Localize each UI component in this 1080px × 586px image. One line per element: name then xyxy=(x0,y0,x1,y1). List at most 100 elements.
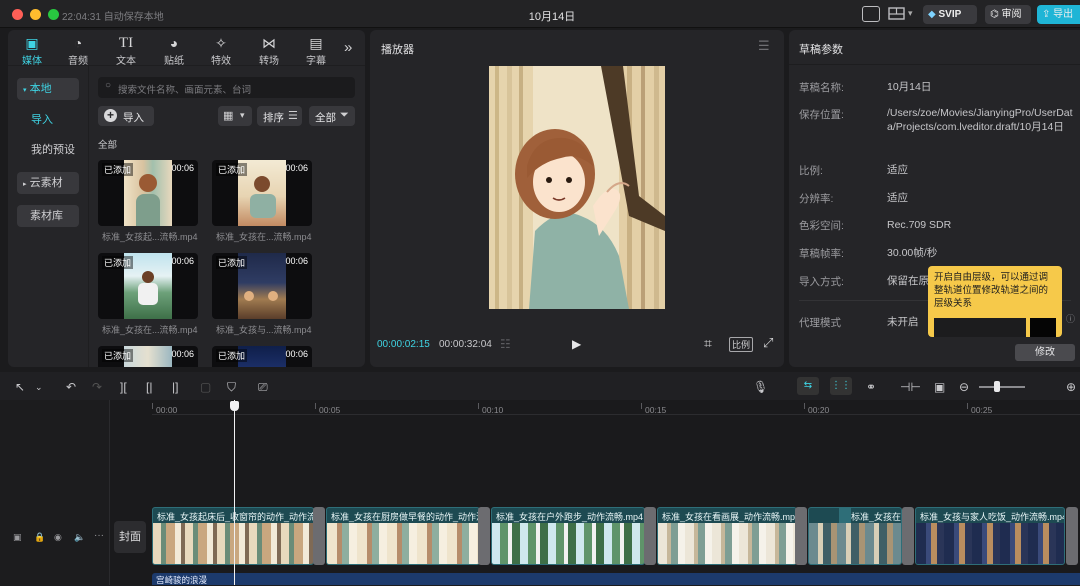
split-left-icon[interactable]: [| xyxy=(146,379,152,395)
export-label: 导出 xyxy=(1053,9,1074,20)
microphone-icon[interactable]: 🎙 xyxy=(753,379,768,395)
preview-axis-icon[interactable]: ⊣⊢ xyxy=(900,379,921,395)
fit-view-icon[interactable]: ⌗ xyxy=(704,335,712,352)
timecode-grid-icon[interactable]: ☷ xyxy=(500,337,511,351)
audio-icon: ◔ xyxy=(73,35,83,51)
zoom-out-icon[interactable]: ⊖ xyxy=(959,379,969,395)
select-tool-icon[interactable]: ↖ xyxy=(15,379,25,395)
media-sidebar: ▾ 本地 导入 我的预设 ▸ 云素材 素材库 xyxy=(8,66,89,367)
ruler-tick xyxy=(967,403,968,409)
split-right-icon[interactable]: |] xyxy=(172,379,178,395)
transition-handle[interactable] xyxy=(478,507,490,565)
sidebar-item-presets[interactable]: 我的预设 xyxy=(17,139,79,161)
sidebar-item-library[interactable]: 素材库 xyxy=(17,205,79,227)
volume-icon[interactable]: 🔈 xyxy=(74,532,85,543)
ruler-baseline xyxy=(152,414,1080,415)
media-caption: 标准_女孩在...流畅.mp4 xyxy=(102,325,198,335)
transition-handle[interactable] xyxy=(1066,507,1078,565)
prop-colorspace-label: 色彩空间: xyxy=(799,220,844,232)
maximize-window-icon[interactable] xyxy=(48,9,59,20)
transition-handle[interactable] xyxy=(313,507,325,565)
video-clip[interactable]: 标准_女孩在厨房做早餐的动作_动作流畅 xyxy=(326,507,480,565)
transition-handle[interactable] xyxy=(644,507,656,565)
zoom-slider-track[interactable] xyxy=(979,386,1025,388)
video-clip[interactable]: 标准_女孩在看画展_动作流畅.mp4 xyxy=(657,507,797,565)
transition-icon: ⋈ xyxy=(262,35,276,51)
plus-icon: + xyxy=(104,109,117,122)
total-time: 00:00:32:04 xyxy=(439,339,492,350)
export-button[interactable]: ⇪ 导出 xyxy=(1037,5,1080,24)
sidebar-item-import[interactable]: 导入 xyxy=(17,109,79,131)
added-badge: 已添加 xyxy=(102,256,134,269)
added-badge: 已添加 xyxy=(216,256,248,269)
prop-proxy-label: 代理模式 xyxy=(799,317,841,329)
minimize-window-icon[interactable] xyxy=(30,9,41,20)
tab-text[interactable]: TI 文本 xyxy=(102,34,150,67)
ratio-button[interactable]: 比例 xyxy=(729,337,754,352)
marker-icon[interactable]: ⛉ xyxy=(227,379,236,395)
audio-clip[interactable]: 宫崎骏的浪漫 xyxy=(152,573,1080,585)
media-item[interactable]: 已添加 00:06 xyxy=(98,346,198,367)
zoom-in-icon[interactable]: ⊕ xyxy=(1066,379,1076,395)
video-clip[interactable]: 标准_女孩在户外跑步_动作流畅.mp4 xyxy=(491,507,645,565)
eye-icon[interactable]: ◉ xyxy=(54,532,62,543)
effects-icon: ✧ xyxy=(215,35,227,51)
video-clip[interactable]: 标准_女孩在图 xyxy=(808,507,902,565)
export-icon: ⇪ xyxy=(1042,9,1051,20)
tab-audio[interactable]: ◔ 音频 xyxy=(54,34,102,67)
play-icon[interactable]: ▶ xyxy=(572,337,581,351)
link-icon[interactable]: ⚭ xyxy=(866,379,876,395)
import-button[interactable]: + 导入 xyxy=(98,106,154,126)
media-caption: 标准_女孩与...流畅.mp4 xyxy=(216,325,312,335)
tab-media[interactable]: ▣ 媒体 xyxy=(8,34,56,67)
duration-label: 00:06 xyxy=(171,349,194,359)
cover-button[interactable]: 封面 xyxy=(114,521,146,553)
sort-label: 排序 xyxy=(263,112,284,124)
modify-button[interactable]: 修改 xyxy=(1015,344,1075,361)
tab-sticker[interactable]: ◕ 贴纸 xyxy=(150,34,198,67)
more-tabs-icon[interactable]: » xyxy=(344,39,352,56)
tab-subtitle[interactable]: ▤ 字幕 xyxy=(292,34,340,67)
tab-effects[interactable]: ✧ 特效 xyxy=(197,34,245,67)
screenshot-icon[interactable]: ⎚ xyxy=(258,379,268,395)
media-item[interactable]: 已添加 00:06 xyxy=(212,346,312,367)
more-icon[interactable]: ··· xyxy=(94,530,104,541)
filter-button[interactable]: 全部 ⏷ xyxy=(309,106,355,126)
layout-grid-icon[interactable] xyxy=(888,6,906,22)
close-window-icon[interactable] xyxy=(12,9,23,20)
view-mode-button[interactable]: ▦ ▾ xyxy=(218,106,252,126)
zoom-fit-icon[interactable]: ▣ xyxy=(934,379,945,395)
fullscreen-icon[interactable]: ⤢ xyxy=(763,335,773,351)
layout-chevron-icon[interactable]: ▾ xyxy=(908,8,913,19)
split-icon[interactable]: ][ xyxy=(120,379,127,395)
layout-icon[interactable] xyxy=(862,6,880,22)
sidebar-item-local[interactable]: ▾ 本地 xyxy=(17,78,79,100)
tooltip-text: 开启自由层级，可以通过调整轨道位置修改轨道之间的层级关系 xyxy=(934,272,1049,309)
undo-icon[interactable]: ↶ xyxy=(66,379,76,395)
transition-handle[interactable] xyxy=(902,507,914,565)
video-preview[interactable] xyxy=(489,66,665,309)
playhead-handle[interactable] xyxy=(230,401,239,411)
review-button[interactable]: ⌬ 审阅 xyxy=(985,5,1031,24)
zoom-slider-thumb[interactable] xyxy=(994,381,1000,392)
sort-button[interactable]: 排序 ☰ xyxy=(257,106,302,126)
player-menu-icon[interactable]: ☰ xyxy=(758,38,770,54)
clip-filmstrip xyxy=(327,523,479,564)
ruler-tick xyxy=(641,403,642,409)
lock-icon[interactable]: 🔒 xyxy=(34,532,45,543)
tab-transition-label: 转场 xyxy=(259,56,279,67)
svip-button[interactable]: ◆ SVIP xyxy=(923,5,977,24)
sidebar-item-cloud[interactable]: ▸ 云素材 xyxy=(17,172,79,194)
video-clip[interactable]: 标准_女孩与家人吃饭_动作流畅.mp4 xyxy=(915,507,1065,565)
transition-handle[interactable] xyxy=(795,507,807,565)
title-bar: 22:04:31 自动保存本地 10月14日 ▾ ◆ SVIP ⌬ 审阅 ⇪ 导… xyxy=(0,0,1080,28)
track-cover-toggle-icon[interactable]: ▣ xyxy=(13,532,22,543)
main-track-magnet-icon[interactable]: ⇆ xyxy=(797,377,819,395)
auto-snap-icon[interactable]: ⋮⋮ xyxy=(830,377,852,395)
help-icon[interactable]: ⓘ xyxy=(1066,312,1075,325)
video-clip[interactable]: 标准_女孩起床后_收窗帘的动作_动作流畅 xyxy=(152,507,314,565)
prop-path-value: /Users/zoe/Movies/JianyingPro/UserData/P… xyxy=(887,107,1073,133)
search-input[interactable]: ○ 搜索文件名称、画面元素、台词 xyxy=(98,77,355,98)
select-chevron-icon[interactable]: ⌄ xyxy=(35,379,43,395)
tab-transition[interactable]: ⋈ 转场 xyxy=(245,34,293,67)
